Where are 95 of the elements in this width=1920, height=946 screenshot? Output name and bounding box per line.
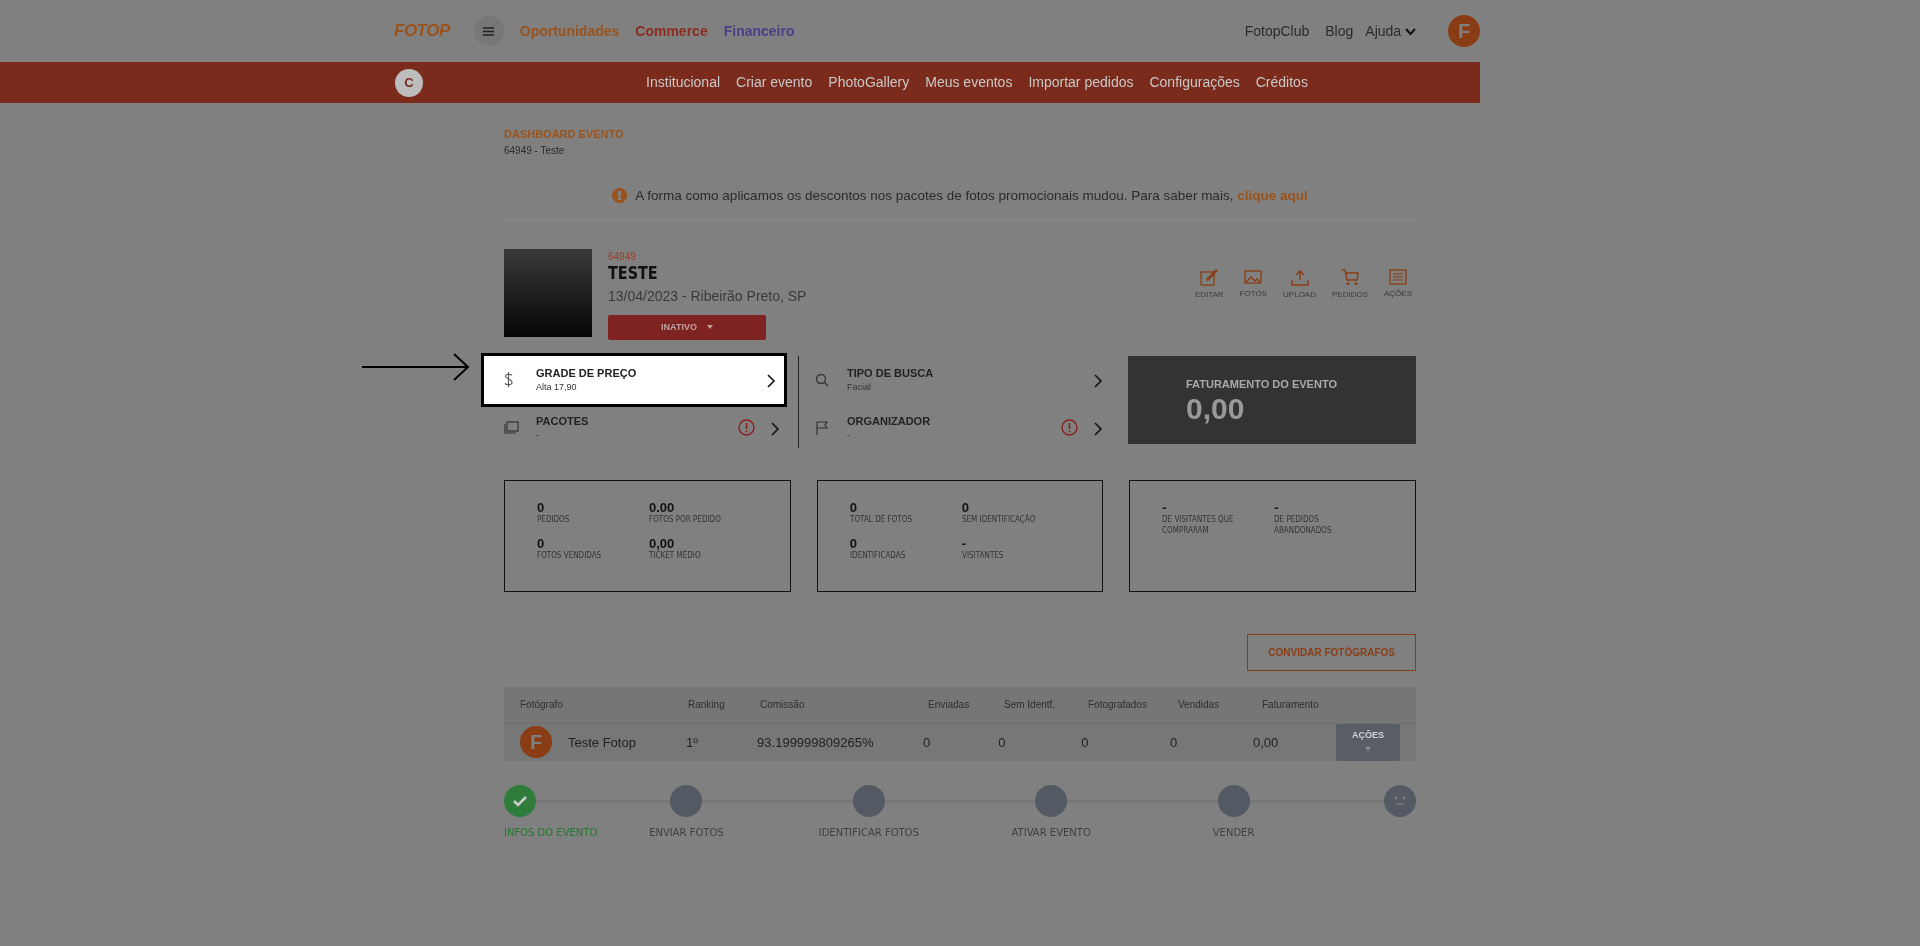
column-header: Enviadas — [928, 698, 971, 713]
warning-icon — [738, 419, 755, 437]
upload-icon — [1290, 268, 1309, 286]
column-header: Faturamento — [1262, 698, 1320, 713]
column-header: Fotografados — [1088, 698, 1148, 713]
menu-icon — [483, 26, 495, 36]
step-label: ATIVAR EVENTO — [1011, 825, 1091, 840]
chevron-right-icon — [767, 373, 776, 388]
stat-label: TICKET MÉDIO — [649, 549, 702, 561]
action-button[interactable]: AÇÕES — [1380, 268, 1416, 300]
event-id: 64949 — [608, 249, 637, 264]
table-cell-text: 0 — [1081, 733, 1090, 752]
edit-icon — [1200, 268, 1219, 286]
column-header: Comissão — [760, 698, 806, 713]
stat-label: FOTOS VENDIDAS — [537, 549, 603, 561]
table-cell-text: 0 — [998, 733, 1007, 752]
page-subtitle: 64949 - Teste — [504, 143, 566, 158]
settings-tile[interactable]: TIPO DE BUSCA Facial — [815, 355, 1111, 404]
stat-value: 0 — [961, 500, 970, 514]
chevron-right-icon — [771, 421, 780, 436]
avatar: F — [520, 726, 552, 759]
stat-value: 0,00 — [649, 536, 676, 550]
revenue-panel: FATURAMENTO DO EVENTO 0,00 — [1128, 355, 1416, 444]
flag-icon — [815, 420, 829, 435]
table-cell-text: Teste Fotop — [568, 733, 636, 752]
table-cell-text: 0 — [1170, 733, 1179, 752]
stat-label: SEM IDENTIFICAÇÃO — [961, 513, 1036, 525]
stat-value: 0 — [537, 500, 546, 514]
chevron-down-icon — [1405, 27, 1416, 36]
nav-link[interactable]: Importar pedidos — [1028, 72, 1134, 93]
list-icon — [1389, 268, 1407, 285]
status-dropdown[interactable]: INATIVO — [608, 314, 766, 340]
stat-value: 0 — [537, 536, 546, 550]
nav-link[interactable]: PhotoGallery — [828, 72, 910, 93]
table-cell-text: 1º — [685, 733, 699, 752]
stat-label: IDENTIFICADAS — [849, 549, 906, 561]
stat-label: TOTAL DE FOTOS — [849, 513, 913, 525]
nav-link[interactable]: Financeiro — [723, 20, 795, 42]
search-icon — [815, 372, 829, 387]
column-header: Ranking — [688, 698, 726, 713]
nav-link[interactable]: Institucional — [646, 72, 721, 93]
caret-icon — [1365, 746, 1371, 751]
nav-link[interactable]: Meus eventos — [925, 72, 1013, 93]
caret-icon — [706, 325, 713, 330]
nav-link[interactable]: Créditos — [1255, 72, 1308, 93]
stat-label: DE PEDIDOS ABANDONADOS — [1274, 513, 1333, 536]
stat-value: - — [1274, 500, 1280, 514]
step-label: INFOS DO EVENTO — [504, 825, 598, 840]
page-title: DASHBOARD EVENTO — [504, 127, 625, 142]
nav-link[interactable]: Blog — [1325, 20, 1354, 42]
chevron-right-icon — [1094, 421, 1103, 436]
nav-link[interactable]: Configurações — [1149, 72, 1240, 93]
stat-label: PEDIDOS — [537, 513, 571, 525]
stat-value: 0.00 — [649, 500, 676, 514]
stat-value: 0 — [849, 500, 858, 514]
user-avatar[interactable]: F — [1448, 15, 1480, 47]
event-name: TESTE — [608, 263, 659, 282]
table-cell-text: 93.199999809265% — [757, 733, 875, 752]
settings-tile[interactable]: GRADE DE PREÇO Alta 17,90 — [484, 355, 784, 404]
image-icon — [504, 421, 519, 435]
action-button[interactable]: EDITAR — [1190, 268, 1228, 301]
table-cell-text: 0 — [923, 733, 932, 752]
settings-tile[interactable]: PACOTES - — [504, 403, 788, 452]
column-header: Fotógrafo — [520, 698, 564, 713]
cart-icon — [1340, 268, 1359, 286]
stat-value: - — [1162, 500, 1168, 514]
step-label: IDENTIFICAR FOTOS — [818, 825, 919, 840]
dollar-icon — [504, 372, 513, 388]
step-label: VENDER — [1212, 825, 1255, 840]
chevron-right-icon — [1094, 373, 1103, 388]
notice-text: A forma como aplicamos os descontos nos pacotes de fotos promocionais mudou. Para saber mais, clique aqui — [635, 186, 1308, 205]
stat-label: FOTOS POR PEDIDO — [649, 513, 722, 525]
action-button[interactable]: UPLOAD — [1279, 268, 1320, 301]
nav-link[interactable]: Commerce — [635, 20, 708, 42]
actions-dropdown[interactable]: AÇÕES — [1336, 723, 1401, 761]
settings-tile[interactable]: ORGANIZADOR - — [815, 403, 1111, 452]
stat-value: 0 — [849, 536, 858, 550]
account-avatar[interactable]: C — [395, 69, 423, 97]
event-date-location: 13/04/2023 - Ribeirão Preto, SP — [608, 286, 807, 306]
nav-link[interactable]: Criar evento — [736, 72, 813, 93]
stat-value: - — [961, 536, 967, 550]
stat-label: DE VISITANTES QUE COMPRARAM — [1162, 513, 1235, 536]
stat-label: VISITANTES — [961, 549, 1005, 561]
nav-link[interactable]: FotopClub — [1244, 20, 1310, 42]
menu-button[interactable] — [473, 16, 504, 46]
alert-icon — [612, 188, 628, 204]
table-cell-text: 0,00 — [1253, 733, 1280, 752]
column-header: Sem Identf. — [1004, 698, 1057, 713]
help-menu[interactable]: Ajuda — [1365, 20, 1416, 42]
column-header: Vendidas — [1178, 698, 1221, 713]
warning-icon — [1061, 419, 1078, 437]
image-icon — [1244, 268, 1263, 285]
action-button[interactable]: PEDIDOS — [1327, 268, 1372, 301]
invite-button[interactable]: CONVIDAR FOTÓGRAFOS — [1247, 633, 1416, 671]
step-label: ENVIAR FOTOS — [649, 825, 724, 840]
